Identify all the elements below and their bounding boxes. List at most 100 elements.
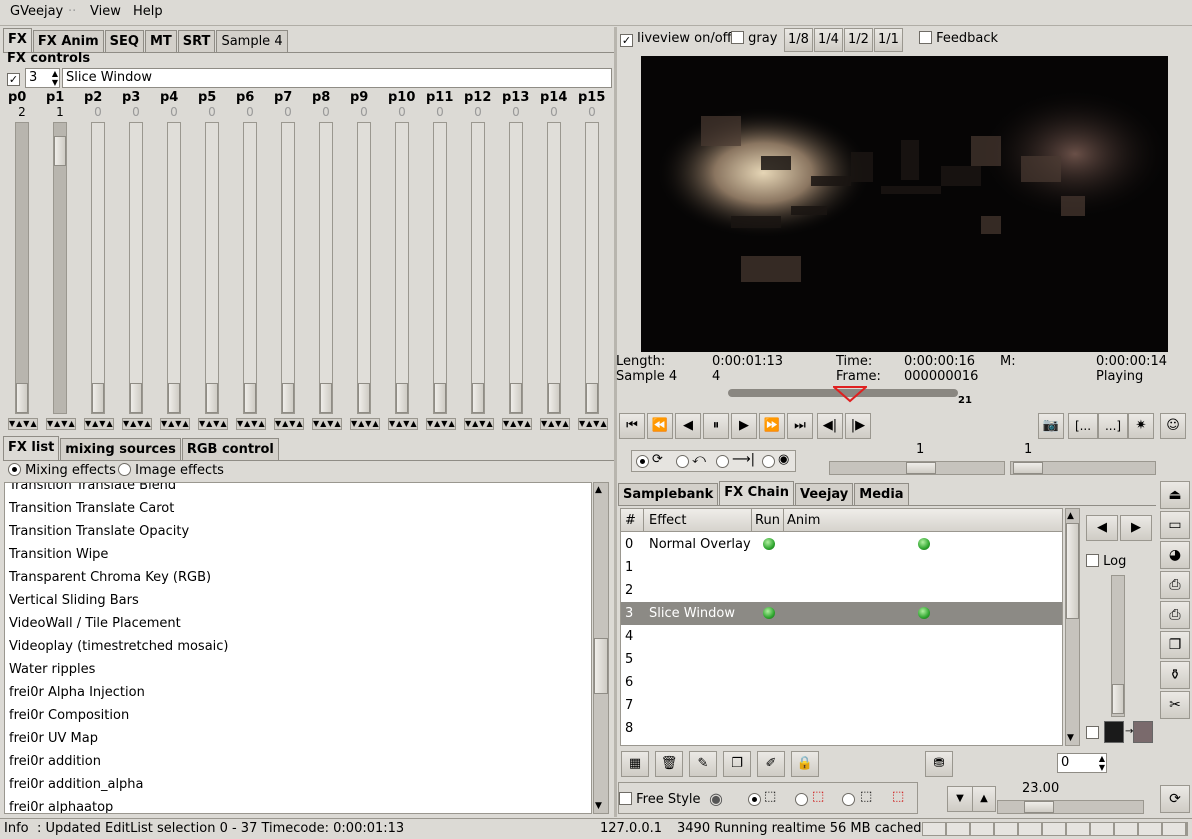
scroll-thumb[interactable] [1066, 523, 1079, 619]
chain-opacity-knob[interactable] [1112, 684, 1124, 714]
tab-sample[interactable]: Sample 4 [216, 30, 288, 52]
param-step-arrows-icon[interactable]: ▼▲▼▲ [578, 418, 608, 430]
param-slider[interactable] [433, 122, 447, 414]
bottom-slider-knob[interactable] [1024, 801, 1054, 813]
down-arrow-button[interactable]: ▼ [947, 786, 973, 812]
bottom-slider[interactable] [997, 800, 1144, 814]
spin-arrows-icon[interactable]: ▲ ▼ [1099, 754, 1105, 772]
param-slider-knob[interactable] [396, 383, 408, 413]
param-slider-knob[interactable] [54, 136, 66, 166]
loop-normal-radio[interactable] [676, 455, 689, 468]
fast-rewind-button[interactable]: ⏪ [647, 413, 673, 439]
fx-chain-row[interactable]: 6 [621, 671, 1062, 694]
feedback-checkbox[interactable]: Feedback [919, 31, 998, 46]
scale-1-8-button[interactable]: 1/8 [784, 28, 813, 52]
trash-icon[interactable]: 🗑 [655, 751, 683, 777]
scroll-up-icon[interactable]: ▲ [1067, 511, 1074, 521]
prev-frame-button[interactable]: ◀| [817, 413, 843, 439]
scroll-thumb[interactable] [594, 638, 608, 694]
clear-chain-icon[interactable]: ▦ [621, 751, 649, 777]
fx-chain-row[interactable]: 7 [621, 694, 1062, 717]
move-left-button[interactable]: ◀ [1086, 515, 1118, 541]
param-slider-knob[interactable] [320, 383, 332, 413]
next-frame-button[interactable]: |▶ [845, 413, 871, 439]
chain-opacity-slider[interactable] [1111, 575, 1125, 717]
goto-end-button[interactable]: ⏭ [787, 413, 813, 439]
tab-samplebank[interactable]: Samplebank [618, 483, 719, 505]
pane-divider[interactable] [614, 27, 617, 817]
col-number[interactable]: # [625, 513, 636, 528]
col-effect[interactable]: Effect [649, 513, 686, 528]
play-backward-button[interactable]: ◀ [675, 413, 701, 439]
tab-media[interactable]: Media [854, 483, 909, 505]
param-slider-knob[interactable] [130, 383, 142, 413]
lock-icon[interactable]: 🔒 [791, 751, 819, 777]
col-anim[interactable]: Anim [787, 513, 820, 528]
fx-list-item[interactable]: Transition Wipe [5, 543, 591, 566]
scale-1-4-button[interactable]: 1/4 [814, 28, 843, 52]
flush-icon[interactable]: ⛃ [925, 751, 953, 777]
param-slider-knob[interactable] [16, 383, 28, 413]
param-slider-knob[interactable] [434, 383, 446, 413]
fx-list-item[interactable]: Transition Translate Blend [5, 483, 591, 497]
sidebar-bottle-icon[interactable]: ⚱ [1160, 661, 1190, 689]
color-checkbox[interactable] [1086, 726, 1099, 741]
fx-chain-row[interactable]: 5 [621, 648, 1062, 671]
gray-checkbox[interactable]: gray [731, 31, 777, 46]
speed-slider[interactable] [829, 461, 1005, 475]
param-slider[interactable] [53, 122, 67, 414]
tab-mt[interactable]: MT [144, 30, 177, 52]
fx-list-item[interactable]: Transparent Chroma Key (RGB) [5, 566, 591, 589]
param-slider[interactable] [509, 122, 523, 414]
tab-veejay[interactable]: Veejay [794, 483, 854, 505]
param-step-arrows-icon[interactable]: ▼▲▼▲ [464, 418, 494, 430]
fx-list-item[interactable]: Transition Translate Carot [5, 497, 591, 520]
param-slider[interactable] [357, 122, 371, 414]
param-step-arrows-icon[interactable]: ▼▲▼▲ [388, 418, 418, 430]
fx-list-scrollbar[interactable]: ▲ ▼ [593, 482, 609, 814]
fx-list-item[interactable]: frei0r Alpha Injection [5, 681, 591, 704]
effects-sparkle-icon[interactable]: ✷ [1128, 413, 1154, 439]
anim-status-icon[interactable] [918, 607, 930, 619]
param-step-arrows-icon[interactable]: ▼▲▼▲ [46, 418, 76, 430]
param-slider-knob[interactable] [282, 383, 294, 413]
speed-slider-knob[interactable] [906, 462, 936, 474]
param-slider[interactable] [15, 122, 29, 414]
timeline-marker-icon[interactable] [832, 386, 867, 404]
sidebar-tools-icon[interactable]: ✂ [1160, 691, 1190, 719]
mode-2-radio[interactable] [795, 793, 808, 806]
tab-fx-list[interactable]: FX list [3, 436, 60, 460]
fx-list-item[interactable]: Vertical Sliding Bars [5, 589, 591, 612]
loop-none-radio[interactable] [636, 455, 649, 468]
tab-fx[interactable]: FX [3, 28, 32, 52]
mask-icon[interactable]: ☺ [1160, 413, 1186, 439]
param-step-arrows-icon[interactable]: ▼▲▼▲ [84, 418, 114, 430]
param-slider-knob[interactable] [510, 383, 522, 413]
liveview-checkbox[interactable]: ✓ liveview on/off [620, 31, 732, 47]
param-slider-knob[interactable] [358, 383, 370, 413]
param-slider-knob[interactable] [244, 383, 256, 413]
param-slider[interactable] [205, 122, 219, 414]
param-slider-knob[interactable] [206, 383, 218, 413]
tab-rgb-control[interactable]: RGB control [181, 438, 279, 460]
param-slider[interactable] [471, 122, 485, 414]
param-slider-knob[interactable] [586, 383, 598, 413]
fx-chain-row[interactable]: 1 [621, 556, 1062, 579]
copy-icon[interactable]: ❐ [723, 751, 751, 777]
spin-arrows-icon[interactable]: ▲ ▼ [52, 69, 58, 87]
fx-chain-row[interactable]: 4 [621, 625, 1062, 648]
video-preview[interactable] [641, 56, 1168, 352]
param-step-arrows-icon[interactable]: ▼▲▼▲ [502, 418, 532, 430]
slow-slider[interactable] [1010, 461, 1156, 475]
edit-icon[interactable]: ✎ [689, 751, 717, 777]
anim-status-icon[interactable] [918, 538, 930, 550]
tab-srt[interactable]: SRT [177, 30, 216, 52]
fast-forward-button[interactable]: ⏩ [759, 413, 785, 439]
mark-in-button[interactable]: [... [1068, 413, 1098, 439]
sidebar-copy-icon[interactable]: ❐ [1160, 631, 1190, 659]
paste-icon[interactable]: ✐ [757, 751, 785, 777]
param-step-arrows-icon[interactable]: ▼▲▼▲ [122, 418, 152, 430]
fx-chain-row[interactable]: 8 [621, 717, 1062, 740]
slow-slider-knob[interactable] [1013, 462, 1043, 474]
fx-chain-row[interactable]: 3 Slice Window [621, 602, 1062, 625]
